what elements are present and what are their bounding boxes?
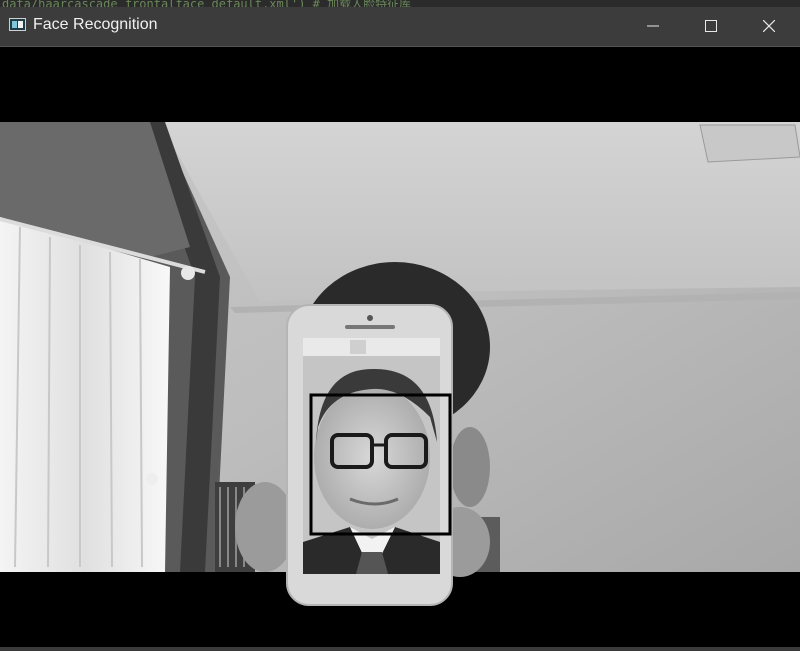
python-window-icon (9, 18, 26, 31)
window-bottom-edge (0, 647, 800, 651)
maximize-icon (705, 20, 717, 32)
minimize-button[interactable] (624, 7, 682, 46)
minimize-icon (647, 25, 659, 27)
close-button[interactable] (740, 7, 798, 46)
camera-frame (0, 47, 800, 651)
title-bar[interactable]: Face Recognition (0, 7, 800, 47)
face-recognition-window[interactable]: Face Recognition (0, 7, 800, 651)
window-title: Face Recognition (33, 16, 158, 33)
close-icon (763, 20, 775, 32)
camera-feed-image (0, 47, 800, 651)
maximize-button[interactable] (682, 7, 740, 46)
